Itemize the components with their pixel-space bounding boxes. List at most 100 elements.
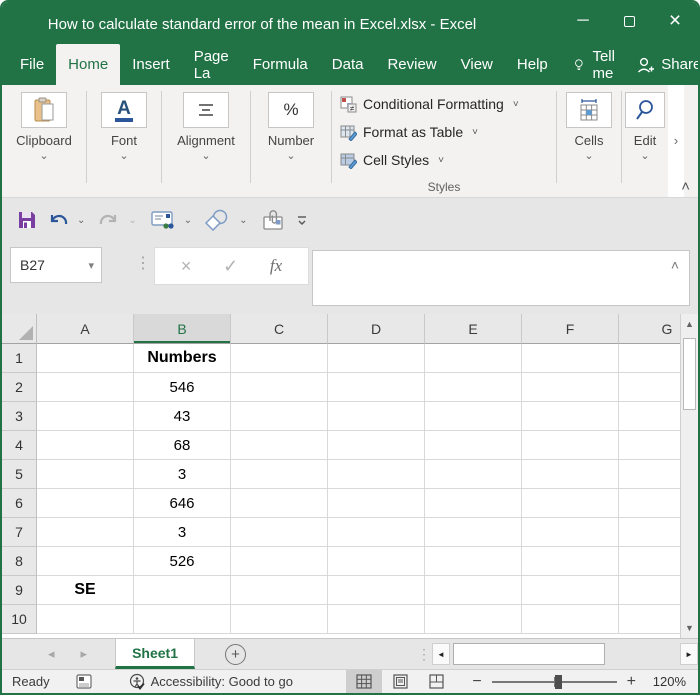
cells-group-button[interactable]: Cells ⌄ [557,85,621,197]
cell-D8[interactable] [328,547,425,576]
scroll-up-icon[interactable]: ▲ [681,314,698,334]
cell-D1[interactable] [328,344,425,373]
cell-A4[interactable] [37,431,134,460]
page-break-preview-button[interactable] [418,670,454,694]
cell-E6[interactable] [425,489,522,518]
tab-insert[interactable]: Insert [120,44,182,85]
cell-A3[interactable] [37,402,134,431]
cell-A5[interactable] [37,460,134,489]
format-as-table-button[interactable]: Format as Table ˅ [340,118,556,146]
scroll-right-icon[interactable]: ► [680,643,698,665]
cell-C5[interactable] [231,460,328,489]
resize-dots-icon[interactable]: ⋮ [135,253,149,273]
cell-E8[interactable] [425,547,522,576]
cell-D4[interactable] [328,431,425,460]
cell-D7[interactable] [328,518,425,547]
cell-D2[interactable] [328,373,425,402]
tab-review[interactable]: Review [375,44,448,85]
column-header-A[interactable]: A [37,314,134,344]
row-header-3[interactable]: 3 [2,402,37,431]
number-group-button[interactable]: % Number ⌄ [251,85,331,197]
select-all-button[interactable] [2,314,37,344]
alignment-group-button[interactable]: Alignment ⌄ [162,85,250,197]
cell-C3[interactable] [231,402,328,431]
cell-E9[interactable] [425,576,522,605]
column-header-D[interactable]: D [328,314,425,344]
clipboard-group-button[interactable]: Clipboard ⌄ [2,85,86,197]
close-button[interactable]: × [652,2,698,40]
page-layout-view-button[interactable] [382,670,418,694]
scroll-down-icon[interactable]: ▼ [681,618,698,638]
cell-B2[interactable]: 546 [134,373,231,402]
formula-bar-collapse-icon[interactable]: ˄ [671,257,679,273]
zoom-out-icon[interactable]: − [472,673,481,691]
row-header-4[interactable]: 4 [2,431,37,460]
maximize-button[interactable] [606,2,652,40]
cell-A2[interactable] [37,373,134,402]
email-dropdown-chevron-icon[interactable]: ⌄ [184,215,192,226]
collapse-ribbon-button[interactable]: ˄ [681,178,690,195]
cell-styles-button[interactable]: Cell Styles ˅ [340,146,556,174]
editing-group-button[interactable]: Edit ⌄ [622,85,668,197]
accessibility-status[interactable]: Accessibility: Good to go [128,673,293,690]
tab-view[interactable]: View [449,44,505,85]
cell-D10[interactable] [328,605,425,634]
cell-B9[interactable] [134,576,231,605]
tab-data[interactable]: Data [320,44,376,85]
vertical-scrollbar[interactable]: ▲ ▼ [680,314,698,638]
cell-C4[interactable] [231,431,328,460]
cell-D5[interactable] [328,460,425,489]
cancel-icon[interactable]: × [181,256,192,277]
enter-icon[interactable]: ✓ [223,256,238,277]
scroll-left-icon[interactable]: ◄ [432,643,450,665]
cell-D3[interactable] [328,402,425,431]
cell-F8[interactable] [522,547,619,576]
column-header-E[interactable]: E [425,314,522,344]
font-group-button[interactable]: A Font ⌄ [87,85,161,197]
tab-splitter-dots-icon[interactable]: ⋮ [417,646,431,663]
row-header-5[interactable]: 5 [2,460,37,489]
sheet-tab-sheet1[interactable]: Sheet1 [115,639,195,669]
cell-A10[interactable] [37,605,134,634]
cell-F3[interactable] [522,402,619,431]
cell-C7[interactable] [231,518,328,547]
horizontal-scrollbar-thumb[interactable] [453,643,605,665]
cell-B4[interactable]: 68 [134,431,231,460]
cell-F5[interactable] [522,460,619,489]
undo-button[interactable] [44,206,72,234]
email-contact-button[interactable] [147,206,179,234]
cell-C8[interactable] [231,547,328,576]
cell-C1[interactable] [231,344,328,373]
cell-A7[interactable] [37,518,134,547]
row-header-6[interactable]: 6 [2,489,37,518]
zoom-in-icon[interactable]: + [627,673,636,691]
cell-B6[interactable]: 646 [134,489,231,518]
cell-E3[interactable] [425,402,522,431]
tab-page-layout[interactable]: Page La [182,44,241,85]
cell-A9[interactable]: SE [37,576,134,605]
redo-dropdown-chevron-icon[interactable]: ⌄ [128,215,136,226]
name-box-dropdown-icon[interactable]: ▾ [88,259,94,272]
cell-F4[interactable] [522,431,619,460]
cell-C6[interactable] [231,489,328,518]
name-box[interactable]: B27 ▾ [10,247,102,283]
cell-B5[interactable]: 3 [134,460,231,489]
cell-E5[interactable] [425,460,522,489]
row-header-7[interactable]: 7 [2,518,37,547]
horizontal-scrollbar[interactable]: ◄ [432,643,676,665]
cell-F1[interactable] [522,344,619,373]
shapes-dropdown-chevron-icon[interactable]: ⌄ [239,215,247,226]
row-header-2[interactable]: 2 [2,373,37,402]
insert-function-icon[interactable]: fx [270,256,282,276]
cell-B1[interactable]: Numbers [134,344,231,373]
cell-F10[interactable] [522,605,619,634]
save-button[interactable] [14,206,40,234]
cell-A8[interactable] [37,547,134,576]
cell-B3[interactable]: 43 [134,402,231,431]
row-header-9[interactable]: 9 [2,576,37,605]
conditional-formatting-button[interactable]: ≠ Conditional Formatting ˅ [340,90,556,118]
row-header-10[interactable]: 10 [2,605,37,634]
shapes-button[interactable] [202,206,234,234]
cell-A6[interactable] [37,489,134,518]
cell-B7[interactable]: 3 [134,518,231,547]
